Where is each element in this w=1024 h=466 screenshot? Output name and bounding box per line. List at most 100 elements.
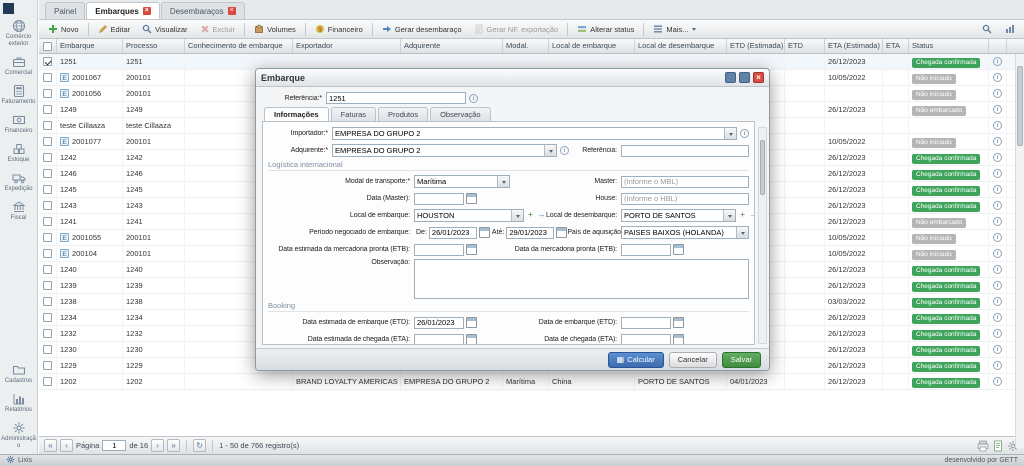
export-icon[interactable] <box>992 440 1004 452</box>
adquirente-input[interactable] <box>333 145 544 156</box>
info-icon[interactable]: i <box>993 153 1002 162</box>
next-page-button[interactable]: › <box>151 439 164 452</box>
last-page-button[interactable]: » <box>167 439 180 452</box>
tab-desembaracos[interactable]: Desembaraços× <box>161 2 245 19</box>
checkbox[interactable] <box>43 105 52 114</box>
observacao-textarea[interactable] <box>414 259 749 299</box>
calendar-icon[interactable] <box>466 193 477 204</box>
column-header-processo[interactable]: Processo <box>123 39 185 53</box>
info-icon[interactable]: i <box>993 201 1002 210</box>
referencia-input[interactable] <box>326 92 466 104</box>
visualizar-button[interactable]: Visualizar <box>137 22 192 37</box>
column-header-conhecimento-de-embarque[interactable]: Conhecimento de embarque <box>185 39 293 53</box>
checkbox[interactable] <box>43 329 52 338</box>
checkbox[interactable] <box>43 185 52 194</box>
checkbox[interactable] <box>43 169 52 178</box>
add-icon[interactable]: + <box>526 211 535 220</box>
info-icon[interactable]: i <box>993 217 1002 226</box>
checkbox[interactable] <box>43 249 52 258</box>
close-icon[interactable]: × <box>753 72 764 83</box>
house-input[interactable] <box>621 193 749 205</box>
modal-titlebar[interactable]: Embarque × <box>256 69 769 87</box>
modal-tab-informacoes[interactable]: Informações <box>264 107 329 121</box>
modal-transporte-input[interactable] <box>415 176 497 187</box>
periodo-ate-input[interactable] <box>506 227 554 239</box>
data-master-input[interactable] <box>414 193 464 205</box>
checkbox[interactable] <box>43 73 52 82</box>
calendar-icon[interactable] <box>466 334 477 345</box>
checkbox[interactable] <box>43 201 52 210</box>
info-icon[interactable]: i <box>469 94 478 103</box>
column-header-select[interactable] <box>39 39 57 53</box>
calcular-button[interactable]: ▦Calcular <box>608 352 664 368</box>
local-embarque-input[interactable] <box>415 210 511 221</box>
financeiro-button[interactable]: $Financeiro <box>310 22 368 37</box>
etd-input[interactable] <box>621 317 671 329</box>
sidebar-item-comercial[interactable]: Comercial <box>0 52 37 81</box>
info-icon[interactable]: i <box>993 137 1002 146</box>
checkbox[interactable] <box>43 233 52 242</box>
volumes-button[interactable]: Volumes <box>249 22 301 37</box>
chevron-down-icon[interactable] <box>544 145 556 156</box>
add-icon[interactable]: + <box>738 211 747 220</box>
periodo-de-input[interactable] <box>429 227 477 239</box>
info-icon[interactable]: i <box>993 105 1002 114</box>
calendar-icon[interactable] <box>466 244 477 255</box>
checkbox[interactable] <box>43 57 52 66</box>
checkbox[interactable] <box>43 345 52 354</box>
column-header-modal[interactable]: Modal. <box>503 39 549 53</box>
info-icon[interactable]: i <box>993 249 1002 258</box>
modal-scrollbar[interactable] <box>758 127 767 344</box>
info-icon[interactable]: i <box>993 233 1002 242</box>
sidebar-item-relatorios[interactable]: Relatórios <box>0 389 37 418</box>
eta-input[interactable] <box>621 334 671 346</box>
column-header-embarque[interactable]: Embarque <box>57 39 123 53</box>
sidebar-item-estoque[interactable]: Estoque <box>0 139 37 168</box>
checkbox[interactable] <box>43 265 52 274</box>
calendar-icon[interactable] <box>556 227 567 238</box>
chevron-down-icon[interactable] <box>723 210 735 221</box>
info-icon[interactable]: i <box>993 313 1002 322</box>
info-icon[interactable]: i <box>993 265 1002 274</box>
info-icon[interactable]: i <box>993 345 1002 354</box>
etb-input[interactable] <box>621 244 671 256</box>
sidebar-item-administracao[interactable]: Administração <box>0 418 37 454</box>
column-header-exportador[interactable]: Exportador <box>293 39 401 53</box>
alterar-status-button[interactable]: Alterar status <box>572 22 639 37</box>
sidebar-item-financeiro[interactable]: Financeiro <box>0 110 37 139</box>
info-icon[interactable]: i <box>993 121 1002 130</box>
checkbox[interactable] <box>43 297 52 306</box>
calendar-icon[interactable] <box>673 244 684 255</box>
calendar-icon[interactable] <box>466 317 477 328</box>
checkbox[interactable] <box>43 217 52 226</box>
maximize-icon[interactable] <box>739 72 750 83</box>
sidebar-item-expedicao[interactable]: Expedição <box>0 168 37 197</box>
info-icon[interactable]: i <box>560 146 569 155</box>
prev-page-button[interactable]: ‹ <box>60 439 73 452</box>
checkbox[interactable] <box>43 89 52 98</box>
column-header-eta-estimada[interactable]: ETA (Estimada) <box>825 39 883 53</box>
modal-tab-produtos[interactable]: Produtos <box>378 107 428 121</box>
chevron-down-icon[interactable] <box>724 128 736 139</box>
chevron-down-icon[interactable] <box>736 227 748 238</box>
column-header-adquirente[interactable]: Adquirente <box>401 39 503 53</box>
info-icon[interactable]: i <box>993 329 1002 338</box>
checkbox[interactable] <box>43 377 52 386</box>
sidebar-item-comercio-exterior[interactable]: Comércio exterior <box>0 16 37 52</box>
page-input[interactable] <box>102 440 126 451</box>
checkbox[interactable] <box>43 153 52 162</box>
tab-embarques[interactable]: Embarques× <box>86 2 160 19</box>
checkbox[interactable] <box>43 313 52 322</box>
info-icon[interactable]: i <box>740 129 749 138</box>
calendar-icon[interactable] <box>479 227 490 238</box>
column-header-etd[interactable]: ETD <box>785 39 825 53</box>
table-row[interactable]: 12021202BRAND LOYALTY AMERICAS BVEMPRESA… <box>39 374 1024 390</box>
etb-estimada-input[interactable] <box>414 244 464 256</box>
scrollbar-thumb[interactable] <box>1017 66 1023 146</box>
goto-icon[interactable]: → <box>537 211 546 220</box>
tab-painel[interactable]: Painel <box>45 2 85 19</box>
close-icon[interactable]: × <box>228 7 236 15</box>
editar-button[interactable]: Editar <box>93 22 136 37</box>
info-icon[interactable]: i <box>993 57 1002 66</box>
importador-input[interactable] <box>333 128 724 139</box>
